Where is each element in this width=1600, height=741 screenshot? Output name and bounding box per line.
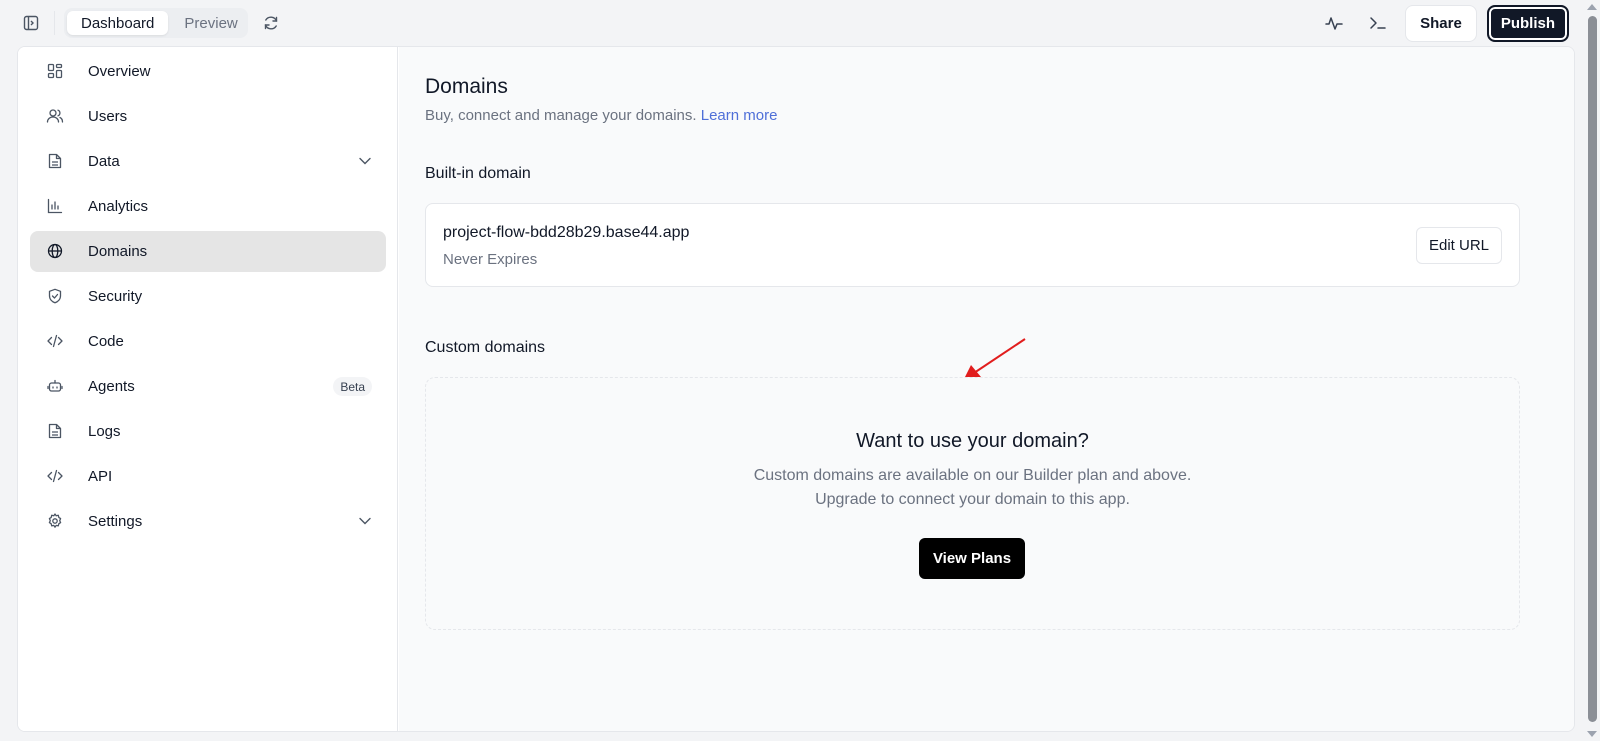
chevron-down-icon[interactable] bbox=[358, 154, 372, 168]
file-icon bbox=[46, 422, 64, 440]
sidebar-item-label: Domains bbox=[88, 243, 148, 260]
cta-description-line-2: Upgrade to connect your domain to this a… bbox=[815, 491, 1130, 508]
view-mode-toggle: Dashboard Preview bbox=[64, 8, 248, 38]
view-plans-button[interactable]: View Plans bbox=[919, 538, 1025, 579]
code-icon bbox=[46, 467, 64, 485]
divider bbox=[54, 11, 55, 35]
sidebar-item-data[interactable]: Data bbox=[30, 141, 386, 182]
learn-more-link[interactable]: Learn more bbox=[701, 107, 778, 124]
sidebar-item-domains[interactable]: Domains bbox=[30, 231, 386, 272]
publish-button[interactable]: Publish bbox=[1486, 4, 1569, 42]
scroll-up-icon[interactable] bbox=[1587, 4, 1597, 10]
sidebar-item-settings[interactable]: Settings bbox=[30, 501, 386, 542]
sidebar-item-code[interactable]: Code bbox=[30, 321, 386, 362]
code-icon bbox=[46, 332, 64, 350]
sidebar-toggle-icon[interactable] bbox=[20, 12, 42, 34]
sidebar-item-security[interactable]: Security bbox=[30, 276, 386, 317]
tab-preview[interactable]: Preview bbox=[170, 11, 251, 35]
scroll-down-icon[interactable] bbox=[1587, 731, 1597, 737]
file-icon bbox=[46, 152, 64, 170]
activity-icon[interactable] bbox=[1317, 6, 1351, 40]
cta-description-line-1: Custom domains are available on our Buil… bbox=[753, 467, 1192, 484]
page-subtitle: Buy, connect and manage your domains. Le… bbox=[425, 107, 777, 124]
sidebar-item-agents[interactable]: Agents Beta bbox=[30, 366, 386, 407]
tab-dashboard[interactable]: Dashboard bbox=[67, 11, 169, 35]
bot-icon bbox=[46, 377, 64, 395]
top-bar: Dashboard Preview Share Publish bbox=[0, 0, 1585, 46]
page-subtitle-text: Buy, connect and manage your domains. bbox=[425, 107, 697, 124]
sidebar-item-label: Code bbox=[88, 333, 124, 350]
globe-icon bbox=[46, 242, 64, 260]
page-scrollbar[interactable] bbox=[1585, 0, 1600, 741]
share-button[interactable]: Share bbox=[1405, 4, 1477, 42]
main-panel: Overview Users Data Analytics Domains Se… bbox=[17, 46, 1575, 732]
sidebar-item-api[interactable]: API bbox=[30, 456, 386, 497]
sidebar-item-label: Settings bbox=[88, 513, 143, 530]
sidebar-item-label: Data bbox=[88, 153, 120, 170]
sidebar-item-logs[interactable]: Logs bbox=[30, 411, 386, 452]
gear-icon bbox=[46, 512, 64, 530]
sidebar-item-analytics[interactable]: Analytics bbox=[30, 186, 386, 227]
builtin-domain-card: project-flow-bdd28b29.base44.app Never E… bbox=[425, 203, 1520, 287]
shield-icon bbox=[46, 287, 64, 305]
edit-url-button[interactable]: Edit URL bbox=[1415, 227, 1502, 264]
builtin-domain-heading: Built-in domain bbox=[425, 165, 531, 182]
sidebar-item-users[interactable]: Users bbox=[30, 96, 386, 137]
content-area: Domains Buy, connect and manage your dom… bbox=[399, 47, 1574, 731]
sidebar-item-overview[interactable]: Overview bbox=[30, 51, 386, 92]
sidebar: Overview Users Data Analytics Domains Se… bbox=[18, 47, 398, 731]
top-actions: Share Publish bbox=[1317, 4, 1569, 42]
domain-expiry: Never Expires bbox=[443, 251, 538, 268]
sidebar-item-label: Security bbox=[88, 288, 143, 305]
cta-title: Want to use your domain? bbox=[856, 430, 1089, 452]
sidebar-item-label: API bbox=[88, 468, 113, 485]
custom-domains-empty-state: Want to use your domain? Custom domains … bbox=[425, 377, 1520, 630]
bar-chart-icon bbox=[46, 197, 64, 215]
grid-icon bbox=[46, 62, 64, 80]
terminal-icon[interactable] bbox=[1361, 6, 1395, 40]
refresh-icon[interactable] bbox=[260, 12, 282, 34]
users-icon bbox=[46, 107, 64, 125]
page-title: Domains bbox=[425, 75, 508, 98]
scroll-thumb[interactable] bbox=[1588, 16, 1597, 722]
sidebar-item-label: Users bbox=[88, 108, 128, 125]
sidebar-item-label: Overview bbox=[88, 63, 151, 80]
beta-badge: Beta bbox=[333, 377, 372, 396]
domain-name: project-flow-bdd28b29.base44.app bbox=[443, 224, 690, 241]
sidebar-item-label: Agents bbox=[88, 378, 135, 395]
custom-domains-heading: Custom domains bbox=[425, 339, 546, 356]
sidebar-item-label: Analytics bbox=[88, 198, 149, 215]
sidebar-item-label: Logs bbox=[88, 423, 121, 440]
chevron-down-icon[interactable] bbox=[358, 514, 372, 528]
